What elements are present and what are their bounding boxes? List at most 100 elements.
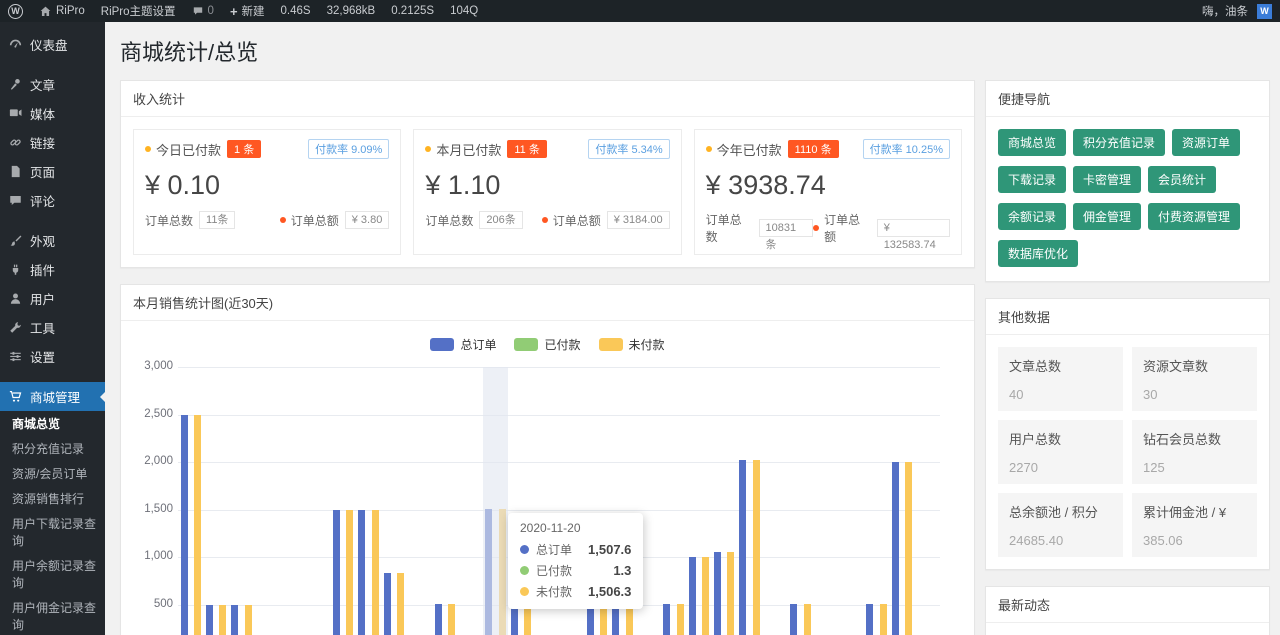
chart-bar bbox=[181, 415, 188, 635]
chart-bar bbox=[333, 510, 340, 635]
income-section-title: 收入统计 bbox=[121, 81, 974, 117]
legend-item[interactable]: 总订单 bbox=[430, 335, 496, 353]
activity-title: 最新动态 bbox=[986, 587, 1269, 623]
chart-title: 本月销售统计图(近30天) bbox=[121, 285, 974, 321]
sidebar-item-label: 文章 bbox=[30, 75, 55, 94]
sidebar-subitem[interactable]: 积分充值记录 bbox=[0, 436, 105, 461]
quick-nav-button[interactable]: 会员统计 bbox=[1148, 166, 1216, 193]
stat-amount: ¥ 3938.74 bbox=[706, 170, 950, 201]
sidebar-item[interactable]: 页面 bbox=[0, 157, 105, 186]
site-link[interactable]: RiPro bbox=[31, 0, 93, 22]
legend-label: 总订单 bbox=[460, 336, 496, 353]
other-data-value: 2270 bbox=[1009, 460, 1112, 475]
sidebar-item-label: 用户 bbox=[30, 289, 55, 308]
theme-settings-link[interactable]: RiPro主题设置 bbox=[93, 0, 184, 22]
new-content-link[interactable]: + 新建 bbox=[222, 0, 273, 22]
stat-label: 今日已付款 bbox=[156, 140, 221, 159]
sidebar-item[interactable]: 工具 bbox=[0, 313, 105, 342]
sidebar-item-label: 评论 bbox=[30, 191, 55, 210]
sidebar-item[interactable]: 文章 bbox=[0, 70, 105, 99]
quick-nav-button[interactable]: 付费资源管理 bbox=[1148, 203, 1240, 230]
legend-item[interactable]: 未付款 bbox=[599, 335, 665, 353]
stat-amount: ¥ 0.10 bbox=[145, 170, 389, 201]
chart-bar bbox=[194, 415, 201, 635]
other-data-box: 文章总数40 bbox=[998, 347, 1123, 411]
quick-nav-card: 便捷导航 商城总览积分充值记录资源订单下载记录卡密管理会员统计余额记录佣金管理付… bbox=[985, 80, 1270, 282]
orders-label: 订单总数 bbox=[706, 211, 753, 245]
wp-logo-menu[interactable]: W bbox=[0, 0, 31, 22]
site-name: RiPro bbox=[56, 5, 85, 17]
stat-label: 本月已付款 bbox=[436, 140, 501, 159]
stat-card: 今年已付款1110 条付款率 10.25%¥ 3938.74订单总数10831条… bbox=[694, 129, 962, 255]
sidebar-item[interactable]: 用户 bbox=[0, 284, 105, 313]
legend-item[interactable]: 已付款 bbox=[514, 335, 580, 353]
quick-nav-button[interactable]: 佣金管理 bbox=[1073, 203, 1141, 230]
orders-value: 11条 bbox=[199, 211, 235, 229]
total-value: ¥ 3184.00 bbox=[607, 211, 670, 229]
chart-bar bbox=[804, 604, 811, 635]
sidebar-item-label: 商城管理 bbox=[30, 387, 80, 406]
page-icon bbox=[8, 164, 23, 179]
other-data-value: 24685.40 bbox=[1009, 533, 1112, 548]
other-data-label: 累计佣金池 / ¥ bbox=[1143, 502, 1246, 521]
quick-nav-button[interactable]: 积分充值记录 bbox=[1073, 129, 1165, 156]
chart-bar bbox=[905, 462, 912, 635]
sidebar-subitem[interactable]: 资源销售排行 bbox=[0, 486, 105, 511]
perf-stats: 0.46S32,968kB0.2125S104Q bbox=[273, 5, 487, 17]
sidebar-item[interactable]: 评论 bbox=[0, 186, 105, 215]
sidebar-subitem[interactable]: 资源/会员订单 bbox=[0, 461, 105, 486]
comments-link[interactable]: 0 bbox=[184, 0, 222, 22]
total-label: 订单总额 bbox=[553, 212, 601, 229]
other-data-box: 累计佣金池 / ¥385.06 bbox=[1132, 493, 1257, 557]
main-content: 商城统计/总览 收入统计 今日已付款1 条付款率 9.09%¥ 0.10订单总数… bbox=[105, 0, 1280, 635]
perf-stat-item: 104Q bbox=[442, 5, 486, 17]
quick-nav-button[interactable]: 余额记录 bbox=[998, 203, 1066, 230]
sidebar-item[interactable]: 外观 bbox=[0, 226, 105, 255]
dashboard-icon bbox=[8, 37, 23, 52]
count-badge: 1110 条 bbox=[788, 140, 839, 158]
sidebar-subitem[interactable]: 用户下载记录查询 bbox=[0, 511, 105, 553]
sidebar-item[interactable]: 链接 bbox=[0, 128, 105, 157]
stat-card: 今日已付款1 条付款率 9.09%¥ 0.10订单总数11条订单总额¥ 3.80 bbox=[133, 129, 401, 255]
chart-bar bbox=[753, 460, 760, 635]
y-axis-label: 2,000 bbox=[133, 455, 173, 467]
comment-bubble-icon bbox=[192, 5, 204, 17]
chart-bar bbox=[206, 605, 213, 635]
legend-label: 已付款 bbox=[544, 336, 580, 353]
chart-plot[interactable]: 05001,0001,5002,0002,5003,0002020-11-082… bbox=[133, 355, 962, 635]
sidebar-item[interactable]: 设置 bbox=[0, 342, 105, 371]
greeting-text: 嗨，油条 bbox=[1202, 3, 1248, 19]
appearance-icon bbox=[8, 233, 23, 248]
sidebar-subitem[interactable]: 用户佣金记录查询 bbox=[0, 595, 105, 635]
tooltip-series-dot bbox=[520, 566, 529, 575]
quick-nav-button[interactable]: 商城总览 bbox=[998, 129, 1066, 156]
quick-nav-button[interactable]: 资源订单 bbox=[1172, 129, 1240, 156]
chart-bar bbox=[245, 605, 252, 635]
perf-stat-item: 0.2125S bbox=[383, 5, 442, 17]
sidebar-item-label: 设置 bbox=[30, 347, 55, 366]
sidebar-item[interactable]: 商城管理 bbox=[0, 382, 105, 411]
chart-bar bbox=[689, 557, 696, 635]
tooltip-series-name: 总订单 bbox=[536, 541, 572, 558]
chart-bar bbox=[714, 552, 721, 635]
quick-nav-button[interactable]: 卡密管理 bbox=[1073, 166, 1141, 193]
link-icon bbox=[8, 135, 23, 150]
sidebar-item[interactable]: 仪表盘 bbox=[0, 30, 105, 59]
count-badge: 11 条 bbox=[507, 140, 546, 158]
sidebar-subitem[interactable]: 用户余额记录查询 bbox=[0, 553, 105, 595]
tooltip-series-value: 1,507.6 bbox=[588, 542, 631, 557]
other-data-value: 125 bbox=[1143, 460, 1246, 475]
sidebar-item-label: 外观 bbox=[30, 231, 55, 250]
chart-gridline bbox=[178, 510, 940, 511]
other-data-label: 总余额池 / 积分 bbox=[1009, 502, 1112, 521]
sidebar-item[interactable]: 媒体 bbox=[0, 99, 105, 128]
account-link[interactable]: 嗨，油条 W bbox=[1194, 3, 1280, 19]
user-icon bbox=[8, 291, 23, 306]
chart-bar bbox=[739, 460, 746, 635]
quick-nav-button[interactable]: 数据库优化 bbox=[998, 240, 1078, 267]
quick-nav-button[interactable]: 下载记录 bbox=[998, 166, 1066, 193]
sidebar-subitem[interactable]: 商城总览 bbox=[0, 411, 105, 436]
chart-bar bbox=[448, 604, 455, 635]
sidebar-item[interactable]: 插件 bbox=[0, 255, 105, 284]
chart-legend: 总订单 已付款 未付款 bbox=[133, 329, 962, 355]
